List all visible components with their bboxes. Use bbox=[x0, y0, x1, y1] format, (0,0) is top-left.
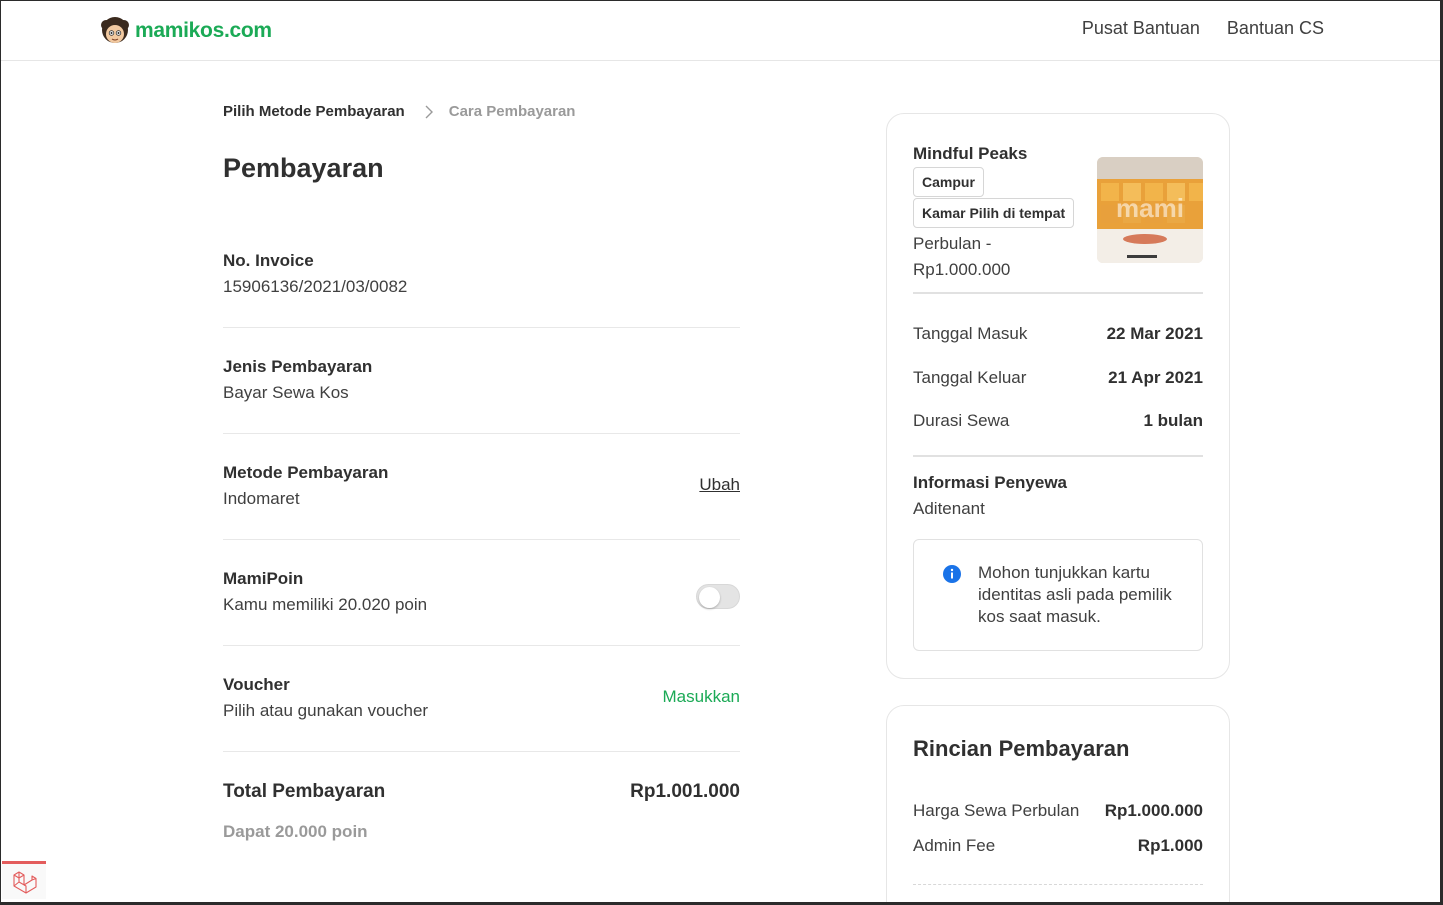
mamipoin-row: MamiPoin Kamu memiliki 20.020 poin bbox=[223, 540, 740, 646]
kos-summary-card: Mindful Peaks Campur Kamar Pilih di temp… bbox=[886, 113, 1230, 679]
duration-row: Durasi Sewa 1 bulan bbox=[913, 411, 1203, 431]
mascot-icon bbox=[101, 17, 129, 43]
payment-method-label: Metode Pembayaran bbox=[223, 463, 389, 482]
kos-photo-image: mami bbox=[1097, 157, 1203, 263]
check-in-value: 22 Mar 2021 bbox=[1106, 324, 1203, 343]
breadcrumb-cara-pembayaran: Cara Pembayaran bbox=[448, 103, 576, 120]
toggle-knob bbox=[699, 586, 720, 608]
mamipoin-label: MamiPoin bbox=[223, 569, 304, 588]
tag-gender: Campur bbox=[913, 167, 984, 197]
debug-badge[interactable] bbox=[2, 861, 46, 899]
browser-viewport: mamikos.com Pusat Bantuan Bantuan CS Pil… bbox=[0, 0, 1443, 905]
check-in-row: Tanggal Masuk 22 Mar 2021 bbox=[913, 324, 1203, 344]
tenant-value: Aditenant bbox=[913, 499, 985, 518]
payment-breakdown-card: Rincian Pembayaran Harga Sewa Perbulan R… bbox=[886, 705, 1230, 902]
breakdown-title: Rincian Pembayaran bbox=[913, 736, 1130, 761]
total-amount: Rp1.001.000 bbox=[630, 781, 740, 802]
payment-type-row: Jenis Pembayaran Bayar Sewa Kos bbox=[223, 328, 740, 434]
nav-pusat-bantuan[interactable]: Pusat Bantuan bbox=[1082, 18, 1200, 39]
divider bbox=[913, 455, 1203, 457]
logo-text: mamikos.com bbox=[135, 19, 272, 42]
duration-label: Durasi Sewa bbox=[913, 411, 1010, 430]
enter-voucher-link[interactable]: Masukkan bbox=[663, 687, 740, 707]
total-row: Total Pembayaran Rp1.001.000 bbox=[223, 781, 740, 803]
kos-name: Mindful Peaks bbox=[913, 144, 1028, 163]
check-out-value: 21 Apr 2021 bbox=[1108, 368, 1203, 387]
header-nav: Pusat Bantuan Bantuan CS bbox=[1082, 18, 1324, 39]
tag-room: Kamar Pilih di tempat bbox=[913, 198, 1075, 228]
divider bbox=[913, 292, 1203, 294]
breadcrumb-pilih-metode[interactable]: Pilih Metode Pembayaran bbox=[223, 103, 405, 120]
change-method-link[interactable]: Ubah bbox=[699, 475, 740, 495]
mamikos-logo[interactable]: mamikos.com bbox=[99, 16, 272, 46]
duration-value: 1 bulan bbox=[1143, 411, 1203, 430]
breakdown-label: Admin Fee bbox=[913, 836, 996, 855]
top-navbar: mamikos.com Pusat Bantuan Bantuan CS bbox=[1, 1, 1440, 61]
points-earned-note: Dapat 20.000 poin bbox=[223, 822, 368, 841]
dashed-divider bbox=[913, 884, 1203, 885]
payment-method-value: Indomaret bbox=[223, 489, 300, 508]
chevron-right-icon bbox=[425, 105, 433, 118]
check-in-label: Tanggal Masuk bbox=[913, 324, 1028, 343]
breakdown-label: Harga Sewa Perbulan bbox=[913, 801, 1080, 820]
voucher-row: Voucher Pilih atau gunakan voucher Masuk… bbox=[223, 646, 740, 752]
mamipoin-toggle[interactable] bbox=[696, 584, 740, 609]
page-title: Pembayaran bbox=[223, 153, 384, 183]
payment-method-row: Metode Pembayaran Indomaret Ubah bbox=[223, 434, 740, 540]
nav-bantuan-cs[interactable]: Bantuan CS bbox=[1227, 18, 1324, 39]
laravel-icon bbox=[13, 870, 37, 894]
identity-notice: Mohon tunjukkan kartu identitas asli pad… bbox=[913, 539, 1203, 651]
kos-price: Perbulan - Rp1.000.000 bbox=[913, 234, 1011, 279]
breakdown-row: Harga Sewa Perbulan Rp1.000.000 bbox=[913, 801, 1203, 821]
invoice-value: 15906136/2021/03/0082 bbox=[223, 277, 408, 296]
breadcrumb: Pilih Metode Pembayaran Cara Pembayaran bbox=[223, 103, 575, 120]
info-icon bbox=[943, 565, 961, 583]
payment-details: No. Invoice 15906136/2021/03/0082 Jenis … bbox=[223, 222, 740, 752]
breakdown-value: Rp1.000.000 bbox=[1104, 801, 1203, 820]
invoice-label: No. Invoice bbox=[223, 251, 314, 270]
tenant-label: Informasi Penyewa bbox=[913, 473, 1068, 492]
svg-text:mami: mami bbox=[1116, 193, 1184, 223]
kos-photo: mami bbox=[1097, 157, 1203, 263]
notice-text: Mohon tunjukkan kartu identitas asli pad… bbox=[978, 563, 1172, 626]
check-out-row: Tanggal Keluar 21 Apr 2021 bbox=[913, 368, 1203, 388]
breakdown-value: Rp1.000 bbox=[1137, 836, 1203, 855]
payment-type-label: Jenis Pembayaran bbox=[223, 357, 373, 376]
mamipoin-value: Kamu memiliki 20.020 poin bbox=[223, 595, 428, 614]
payment-type-value: Bayar Sewa Kos bbox=[223, 383, 349, 402]
breakdown-row: Admin Fee Rp1.000 bbox=[913, 836, 1203, 856]
check-out-label: Tanggal Keluar bbox=[913, 368, 1027, 387]
invoice-row: No. Invoice 15906136/2021/03/0082 bbox=[223, 222, 740, 328]
